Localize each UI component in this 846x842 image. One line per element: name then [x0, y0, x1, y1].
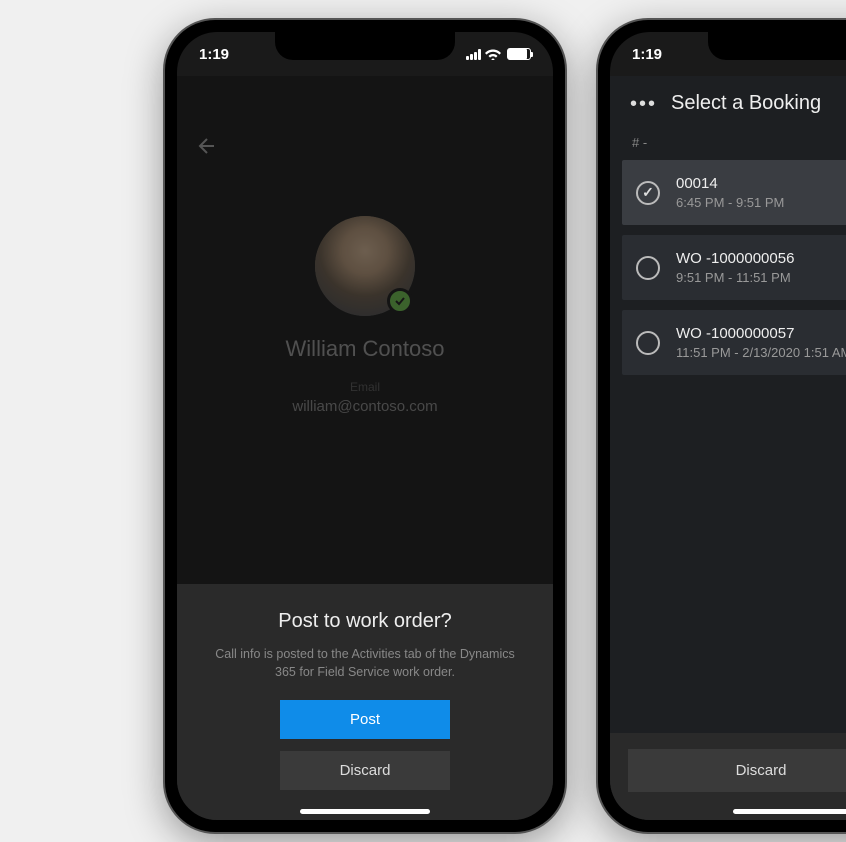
- contact-profile: William Contoso Email william@contoso.co…: [177, 216, 553, 415]
- discard-button[interactable]: Discard: [280, 751, 450, 790]
- radio-checked-icon[interactable]: [636, 181, 660, 205]
- booking-title: 00014: [676, 175, 784, 192]
- signal-icon: [466, 49, 481, 60]
- page-title: Select a Booking: [671, 92, 821, 115]
- booking-time: 6:45 PM - 9:51 PM: [676, 195, 784, 210]
- booking-item[interactable]: 00014 6:45 PM - 9:51 PM: [622, 160, 846, 225]
- more-icon[interactable]: •••: [630, 94, 657, 114]
- section-label: # -: [610, 127, 846, 160]
- booking-time: 11:51 PM - 2/13/2020 1:51 AM: [676, 345, 846, 360]
- booking-item[interactable]: WO -1000000057 11:51 PM - 2/13/2020 1:51…: [622, 310, 846, 375]
- header: ••• Select a Booking: [610, 76, 846, 127]
- notch: [708, 32, 846, 60]
- sheet-title: Post to work order?: [197, 610, 533, 633]
- status-time: 1:19: [632, 46, 662, 63]
- presence-badge-icon: [387, 288, 413, 314]
- sheet-subtitle: Call info is posted to the Activities ta…: [197, 645, 533, 683]
- notch: [275, 32, 455, 60]
- booking-title: WO -1000000056: [676, 250, 794, 267]
- contact-email-label: Email: [350, 380, 380, 394]
- booking-list: 00014 6:45 PM - 9:51 PM WO -1000000056 9…: [610, 160, 846, 820]
- radio-icon[interactable]: [636, 331, 660, 355]
- booking-time: 9:51 PM - 11:51 PM: [676, 270, 794, 285]
- booking-title: WO -1000000057: [676, 325, 846, 342]
- phone-left: 1:19 William Contoso Email william@conto…: [165, 20, 565, 832]
- wifi-icon: [485, 48, 501, 60]
- contact-name: William Contoso: [286, 336, 445, 362]
- phone-right: 1:19 ••• Select a Booking # - 00014 6:45…: [598, 20, 846, 832]
- contact-email: william@contoso.com: [292, 398, 437, 415]
- radio-icon[interactable]: [636, 256, 660, 280]
- battery-icon: [507, 48, 531, 60]
- booking-item[interactable]: WO -1000000056 9:51 PM - 11:51 PM: [622, 235, 846, 300]
- status-time: 1:19: [199, 46, 229, 63]
- bottom-bar: Discard: [610, 733, 846, 820]
- home-indicator[interactable]: [300, 809, 430, 814]
- home-indicator[interactable]: [733, 809, 846, 814]
- avatar: [315, 216, 415, 316]
- post-button[interactable]: Post: [280, 700, 450, 739]
- back-arrow-icon[interactable]: [195, 134, 219, 158]
- discard-button[interactable]: Discard: [628, 749, 846, 792]
- post-sheet: Post to work order? Call info is posted …: [177, 584, 553, 821]
